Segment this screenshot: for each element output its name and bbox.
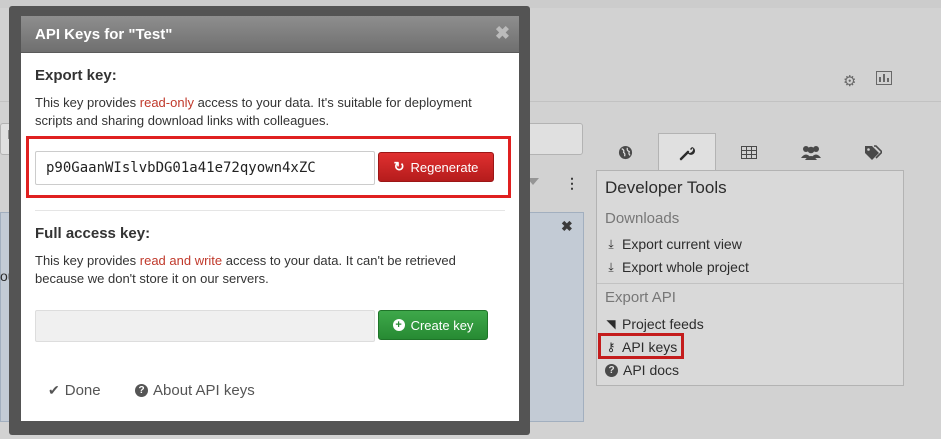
about-api-keys-link[interactable]: ? About API keys bbox=[135, 382, 255, 399]
full-access-key-field[interactable] bbox=[35, 310, 375, 342]
regenerate-label: Regenerate bbox=[410, 159, 479, 175]
modal-title: API Keys for "Test" bbox=[35, 26, 173, 43]
plus-circle-icon: + bbox=[392, 319, 405, 331]
question-circle-icon: ? bbox=[135, 384, 148, 397]
about-api-keys-label: About API keys bbox=[153, 382, 255, 399]
export-desc-before: This key provides bbox=[35, 95, 140, 110]
full-desc-highlight: read and write bbox=[139, 253, 223, 268]
create-key-label: Create key bbox=[410, 317, 474, 333]
export-desc-highlight: read-only bbox=[139, 95, 194, 110]
api-keys-modal: API Keys for "Test" ✖ Export key: This k… bbox=[21, 16, 519, 421]
done-button[interactable]: ✔ Done bbox=[48, 382, 101, 399]
regenerate-button[interactable]: ↻ Regenerate bbox=[378, 152, 494, 182]
export-key-title: Export key: bbox=[35, 67, 117, 84]
export-key-description: This key provides read-only access to yo… bbox=[35, 94, 475, 130]
done-label: Done bbox=[64, 382, 101, 399]
refresh-icon: ↻ bbox=[393, 159, 405, 174]
create-key-button[interactable]: + Create key bbox=[378, 310, 488, 340]
full-access-key-title: Full access key: bbox=[35, 225, 151, 242]
full-access-key-description: This key provides read and write access … bbox=[35, 252, 475, 288]
close-icon[interactable]: ✖ bbox=[495, 23, 510, 44]
modal-header: API Keys for "Test" ✖ bbox=[21, 16, 519, 53]
check-icon: ✔ bbox=[48, 382, 60, 398]
export-key-field[interactable] bbox=[35, 151, 375, 185]
section-divider bbox=[35, 210, 505, 211]
full-desc-before: This key provides bbox=[35, 253, 140, 268]
